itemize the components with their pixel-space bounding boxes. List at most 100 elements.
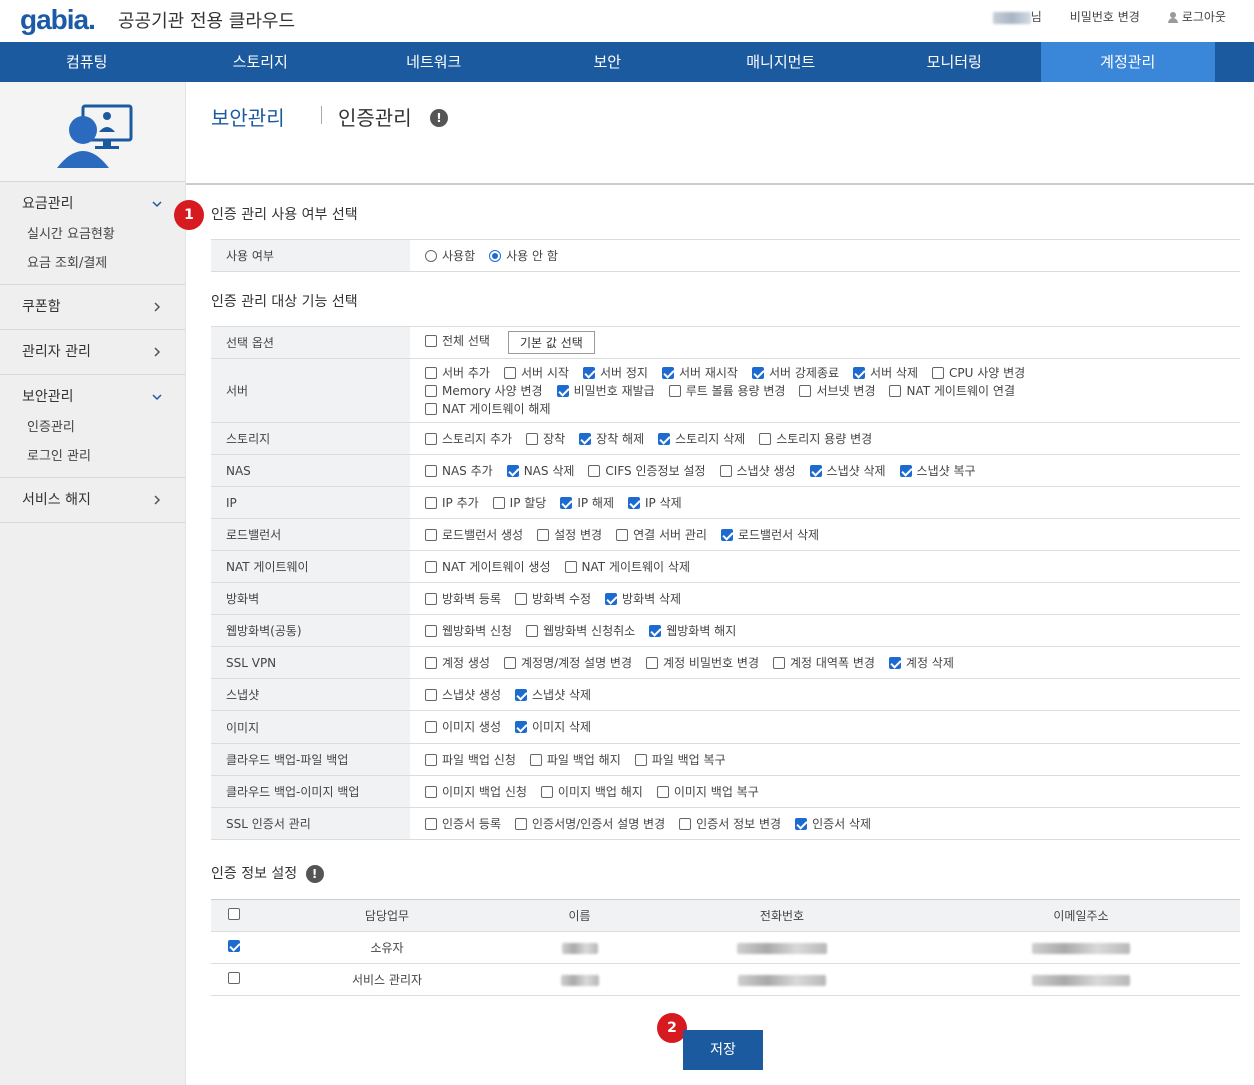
checkbox-box[interactable] bbox=[425, 335, 437, 347]
feature-checkbox[interactable]: 웹방화벽 신청 bbox=[425, 622, 512, 640]
checkbox-box[interactable] bbox=[425, 624, 437, 637]
feature-checkbox[interactable]: 서버 삭제 bbox=[853, 364, 918, 382]
checkbox-box[interactable] bbox=[515, 817, 528, 830]
checkbox-box[interactable] bbox=[628, 496, 641, 509]
checkbox-box[interactable] bbox=[425, 496, 437, 509]
nav-item[interactable]: 매니지먼트 bbox=[694, 42, 868, 82]
checkbox-box[interactable] bbox=[425, 464, 437, 477]
feature-checkbox[interactable]: IP 삭제 bbox=[628, 494, 682, 512]
checkbox-box[interactable] bbox=[515, 721, 528, 733]
checkbox-box[interactable] bbox=[668, 384, 681, 397]
checkbox-box[interactable] bbox=[658, 432, 671, 445]
feature-checkbox[interactable]: 장착 해제 bbox=[579, 430, 644, 448]
checkbox-box[interactable] bbox=[661, 366, 674, 379]
change-password-link[interactable]: 비밀번호 변경 bbox=[1070, 8, 1140, 25]
feature-checkbox[interactable]: 계정명/계정 설명 변경 bbox=[503, 654, 632, 672]
checkbox-box[interactable] bbox=[720, 528, 733, 541]
checkbox-box[interactable] bbox=[425, 817, 437, 830]
feature-checkbox[interactable]: 서버 추가 bbox=[425, 364, 490, 382]
feature-checkbox[interactable]: NAT 게이트웨이 생성 bbox=[425, 558, 551, 576]
feature-checkbox[interactable]: 장착 bbox=[526, 430, 565, 448]
checkbox-box[interactable] bbox=[799, 384, 812, 397]
save-button[interactable]: 저장 bbox=[683, 1030, 763, 1070]
checkbox-box[interactable] bbox=[888, 656, 901, 669]
feature-checkbox[interactable]: 파일 백업 신청 bbox=[425, 751, 516, 769]
checkbox-box[interactable] bbox=[759, 432, 772, 445]
feature-checkbox[interactable]: 파일 백업 해지 bbox=[529, 751, 621, 769]
info-icon[interactable]: ! bbox=[305, 865, 324, 883]
checkbox-box[interactable] bbox=[582, 366, 595, 379]
checkbox-box[interactable] bbox=[425, 656, 437, 669]
nav-item[interactable]: 모니터링 bbox=[868, 42, 1042, 82]
checkbox-box[interactable] bbox=[515, 688, 528, 701]
row-checkbox[interactable] bbox=[228, 940, 240, 952]
checkbox-box[interactable] bbox=[579, 432, 592, 445]
feature-checkbox[interactable]: 인증서명/인증서 설명 변경 bbox=[515, 815, 665, 833]
select-all-checkbox[interactable]: 전체 선택 bbox=[425, 332, 490, 350]
checkbox-box[interactable] bbox=[751, 366, 764, 379]
checkbox-box[interactable] bbox=[425, 432, 437, 445]
feature-checkbox[interactable]: 스토리지 용량 변경 bbox=[759, 430, 872, 448]
feature-checkbox[interactable]: 계정 대역폭 변경 bbox=[772, 654, 875, 672]
feature-checkbox[interactable]: 서버 시작 bbox=[503, 364, 569, 382]
checkbox-box[interactable] bbox=[556, 384, 569, 397]
feature-checkbox[interactable]: 로드밸런서 삭제 bbox=[720, 526, 819, 544]
feature-checkbox[interactable]: 파일 백업 복구 bbox=[634, 751, 726, 769]
checkbox-box[interactable] bbox=[425, 688, 437, 701]
feature-checkbox[interactable]: 이미지 백업 신청 bbox=[425, 783, 527, 801]
checkbox-box[interactable] bbox=[772, 656, 785, 669]
feature-checkbox[interactable]: 웹방화벽 해지 bbox=[649, 622, 736, 640]
feature-checkbox[interactable]: 이미지 백업 복구 bbox=[656, 783, 759, 801]
feature-checkbox[interactable]: 서버 강제종료 bbox=[751, 364, 839, 382]
checkbox-box[interactable] bbox=[506, 464, 519, 477]
gabia-logo[interactable]: gabia. bbox=[20, 4, 96, 36]
checkbox-box[interactable] bbox=[425, 384, 437, 397]
checkbox-box[interactable] bbox=[679, 817, 692, 830]
feature-checkbox[interactable]: 스냅샷 생성 bbox=[425, 686, 501, 704]
checkbox-box[interactable] bbox=[425, 785, 437, 798]
checkbox-box[interactable] bbox=[515, 592, 528, 605]
checkbox-box[interactable] bbox=[425, 592, 437, 605]
checkbox-box[interactable] bbox=[809, 464, 822, 477]
nav-item[interactable]: 보안 bbox=[521, 42, 695, 82]
feature-checkbox[interactable]: CPU 사양 변경 bbox=[932, 364, 1025, 382]
radio-button[interactable] bbox=[425, 249, 437, 262]
feature-checkbox[interactable]: 설정 변경 bbox=[537, 526, 602, 544]
checkbox-box[interactable] bbox=[899, 464, 912, 477]
checkbox-box[interactable] bbox=[503, 366, 516, 379]
logout-link[interactable]: 로그아웃 bbox=[1167, 8, 1226, 25]
feature-checkbox[interactable]: 이미지 백업 해지 bbox=[540, 783, 643, 801]
sidebar-group-header[interactable]: 서비스 해지 bbox=[0, 478, 185, 522]
checkbox-box[interactable] bbox=[649, 624, 662, 637]
feature-checkbox[interactable]: 인증서 삭제 bbox=[795, 815, 871, 833]
feature-checkbox[interactable]: NAT 게이트웨이 연결 bbox=[889, 382, 1015, 400]
feature-checkbox[interactable]: 스냅샷 삭제 bbox=[515, 686, 591, 704]
feature-checkbox[interactable]: 계정 비밀번호 변경 bbox=[646, 654, 759, 672]
feature-checkbox[interactable]: NAT 게이트웨이 해제 bbox=[425, 400, 551, 418]
feature-checkbox[interactable]: 스토리지 삭제 bbox=[658, 430, 745, 448]
feature-checkbox[interactable]: 인증서 정보 변경 bbox=[679, 815, 781, 833]
feature-checkbox[interactable]: 루트 볼륨 용량 변경 bbox=[668, 382, 785, 400]
feature-checkbox[interactable]: CIFS 인증정보 설정 bbox=[588, 462, 706, 480]
checkbox-box[interactable] bbox=[646, 656, 659, 669]
checkbox-box[interactable] bbox=[425, 560, 437, 573]
feature-checkbox[interactable]: 서버 재시작 bbox=[661, 364, 738, 382]
feature-checkbox[interactable]: IP 해제 bbox=[560, 494, 614, 512]
checkbox-box[interactable] bbox=[932, 366, 945, 379]
checkbox-box[interactable] bbox=[560, 496, 573, 509]
checkbox-box[interactable] bbox=[795, 817, 808, 830]
default-value-button[interactable]: 기본 값 선택 bbox=[507, 331, 595, 354]
checkbox-box[interactable] bbox=[529, 753, 542, 766]
feature-checkbox[interactable]: IP 할당 bbox=[492, 494, 546, 512]
checkbox-box[interactable] bbox=[537, 528, 550, 541]
checkbox-box[interactable] bbox=[656, 785, 669, 798]
sidebar-group-header[interactable]: 쿠폰함 bbox=[0, 285, 185, 329]
usage-radio[interactable]: 사용함 bbox=[425, 247, 475, 265]
nav-item[interactable]: 네트워크 bbox=[347, 42, 521, 82]
feature-checkbox[interactable]: 웹방화벽 신청취소 bbox=[526, 622, 635, 640]
checkbox-box[interactable] bbox=[889, 384, 902, 397]
feature-checkbox[interactable]: 서브넷 변경 bbox=[799, 382, 875, 400]
feature-checkbox[interactable]: NAT 게이트웨이 삭제 bbox=[564, 558, 690, 576]
checkbox-box[interactable] bbox=[425, 721, 437, 733]
sidebar-group-header[interactable]: 요금관리 bbox=[0, 182, 185, 226]
